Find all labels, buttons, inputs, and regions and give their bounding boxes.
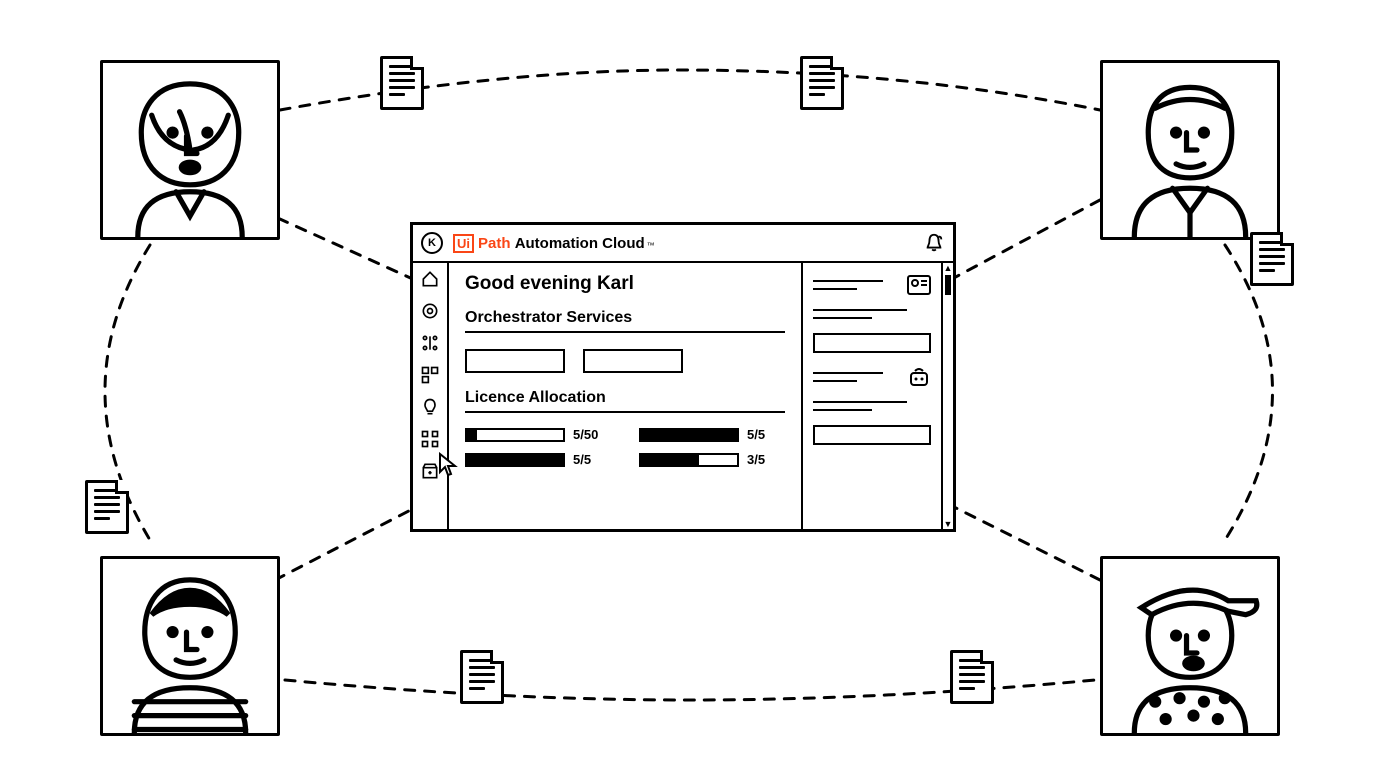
licence-value: 5/50 bbox=[573, 427, 611, 442]
scrollbar[interactable]: ▲ ▼ bbox=[941, 263, 953, 529]
user-portrait bbox=[1100, 556, 1280, 736]
store-icon[interactable] bbox=[420, 461, 440, 481]
app-window: ▲ ▼ K Ui Path Automation Cloud™ bbox=[410, 222, 956, 532]
bulb-icon[interactable] bbox=[420, 397, 440, 417]
licence-row: 3/5 bbox=[639, 452, 785, 467]
home-icon[interactable] bbox=[420, 269, 440, 289]
brand-product: Automation Cloud bbox=[515, 235, 645, 252]
service-card[interactable] bbox=[583, 349, 683, 373]
licence-bar bbox=[639, 428, 739, 442]
licence-row: 5/50 bbox=[465, 427, 611, 442]
licence-bar bbox=[639, 453, 739, 467]
service-card[interactable] bbox=[465, 349, 565, 373]
brand-ui: Ui bbox=[453, 234, 474, 253]
licence-value: 5/5 bbox=[573, 452, 611, 467]
document-icon bbox=[380, 56, 424, 110]
licence-row: 5/5 bbox=[639, 427, 785, 442]
licence-bar bbox=[465, 428, 565, 442]
notification-bell-icon[interactable] bbox=[923, 232, 945, 254]
apps-icon[interactable] bbox=[420, 429, 440, 449]
greeting-text: Good evening Karl bbox=[465, 273, 785, 295]
user-portrait bbox=[100, 556, 280, 736]
licence-bar bbox=[465, 453, 565, 467]
user-avatar-badge[interactable]: K bbox=[421, 232, 443, 254]
document-icon bbox=[1250, 232, 1294, 286]
brand-path: Path bbox=[478, 235, 511, 252]
panel-field[interactable] bbox=[813, 333, 931, 353]
document-icon bbox=[950, 650, 994, 704]
target-icon[interactable] bbox=[420, 301, 440, 321]
right-panel bbox=[801, 263, 941, 529]
licence-grid: 5/50 5/5 5/5 3/5 bbox=[465, 427, 785, 467]
orchestrator-section-title: Orchestrator Services bbox=[465, 309, 785, 333]
user-portrait bbox=[100, 60, 280, 240]
robot-icon bbox=[907, 367, 931, 387]
grid-icon[interactable] bbox=[420, 365, 440, 385]
main-content: Good evening Karl Orchestrator Services … bbox=[449, 263, 801, 529]
brand-tm: ™ bbox=[647, 241, 655, 250]
id-card-icon bbox=[907, 275, 931, 295]
licence-row: 5/5 bbox=[465, 452, 611, 467]
licence-section-title: Licence Allocation bbox=[465, 389, 785, 413]
app-header: K Ui Path Automation Cloud™ bbox=[413, 225, 953, 263]
licence-value: 5/5 bbox=[747, 427, 785, 442]
service-boxes bbox=[465, 349, 785, 373]
brand-logo: Ui Path Automation Cloud™ bbox=[453, 234, 655, 253]
licence-value: 3/5 bbox=[747, 452, 785, 467]
panel-field[interactable] bbox=[813, 425, 931, 445]
nodes-icon[interactable] bbox=[420, 333, 440, 353]
sidebar bbox=[413, 263, 449, 529]
document-icon bbox=[460, 650, 504, 704]
user-portrait bbox=[1100, 60, 1280, 240]
document-icon bbox=[85, 480, 129, 534]
document-icon bbox=[800, 56, 844, 110]
